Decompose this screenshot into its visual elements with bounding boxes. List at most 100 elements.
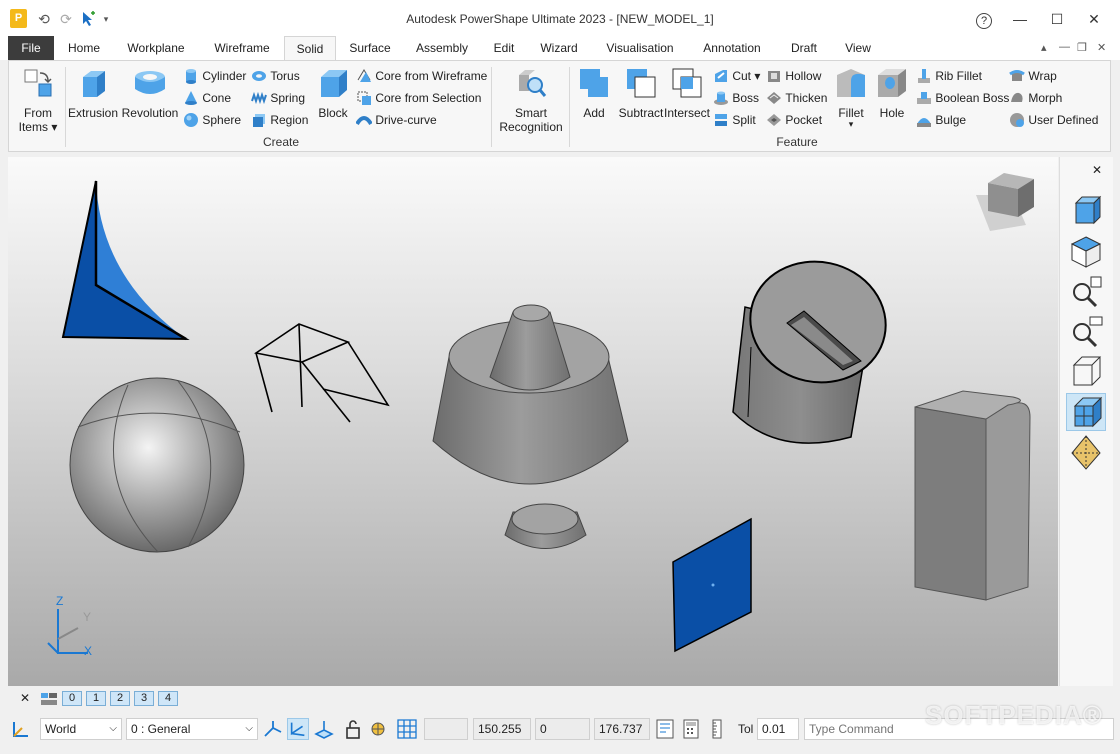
boss-button[interactable]: Boss (713, 90, 759, 106)
level-button-0[interactable]: 0 (62, 691, 82, 706)
wireframe-shape[interactable] (253, 323, 390, 423)
doc-minimize-icon[interactable]: — (1059, 41, 1070, 53)
principal-plane-yz-icon[interactable] (287, 718, 309, 740)
fillet-button[interactable]: Fillet ▾ (831, 67, 871, 129)
level-button-3[interactable]: 3 (134, 691, 154, 706)
grid-icon[interactable] (396, 718, 418, 740)
boolean-boss-button[interactable]: Boolean Boss (916, 90, 1009, 106)
scene-canvas[interactable]: Z Y X (8, 157, 1058, 686)
fillet-dropdown-icon[interactable]: ▾ (831, 120, 871, 129)
tolerance-field[interactable]: 0.01 (757, 718, 799, 740)
hollow-button[interactable]: Hollow (766, 68, 821, 84)
coordinate-y-field[interactable]: 0 (535, 718, 590, 740)
minimize-button[interactable]: — (1000, 6, 1040, 32)
spring-button[interactable]: Spring (251, 90, 305, 106)
cut-button[interactable]: Cut ▾ (713, 68, 760, 84)
calculator-icon[interactable] (680, 718, 702, 740)
user-defined-label: User Defined (1028, 113, 1099, 127)
level-strip-close-icon[interactable]: ✕ (20, 691, 30, 705)
tab-solid[interactable]: Solid (284, 36, 336, 61)
levels-icon[interactable] (40, 692, 58, 706)
tab-home[interactable]: Home (60, 36, 108, 60)
level-button-2[interactable]: 2 (110, 691, 130, 706)
tab-file[interactable]: File (8, 36, 54, 60)
thicken-button[interactable]: Thicken (766, 90, 827, 106)
tab-visualisation[interactable]: Visualisation (598, 36, 682, 60)
maximize-button[interactable]: ☐ (1037, 6, 1077, 32)
zoom-fit-button[interactable] (1066, 273, 1106, 311)
rib-fillet-icon (918, 69, 930, 83)
pocket-button[interactable]: Pocket (766, 112, 822, 128)
drive-curve-button[interactable]: Drive-curve (356, 112, 437, 128)
view-top-button[interactable] (1066, 193, 1106, 231)
tab-workplane[interactable]: Workplane (120, 36, 192, 60)
tab-surface[interactable]: Surface (342, 36, 398, 60)
position-dialog-icon[interactable] (654, 718, 676, 740)
torus-icon (252, 71, 266, 81)
coordinate-x-field[interactable]: 150.255 (473, 718, 531, 740)
ribbon-collapse-icon[interactable]: ▴ (1041, 41, 1047, 54)
smart-recognition-button[interactable]: Smart Recognition (497, 67, 565, 134)
cone-button[interactable]: Cone (183, 90, 231, 106)
tab-annotation[interactable]: Annotation (694, 36, 770, 60)
shaded-edges-button[interactable] (1066, 393, 1106, 431)
zoom-window-button[interactable] (1066, 313, 1106, 351)
view-cube[interactable] (976, 173, 1034, 231)
view-toolbar-close-icon[interactable]: ✕ (1092, 163, 1102, 177)
level-button-1[interactable]: 1 (86, 691, 106, 706)
intersect-button[interactable]: Intersect (663, 67, 711, 120)
wireframe-shading-button[interactable] (1066, 353, 1106, 391)
ruler-icon[interactable] (706, 718, 728, 740)
tab-draft[interactable]: Draft (784, 36, 824, 60)
doc-close-icon[interactable]: ✕ (1097, 41, 1106, 54)
sphere-solid[interactable] (69, 377, 245, 553)
smart-recognition-icon (519, 70, 547, 97)
subtract-button[interactable]: Subtract (615, 67, 667, 120)
perspective-view-button[interactable] (1066, 433, 1106, 471)
region-button[interactable]: Region (251, 112, 308, 128)
blue-plane-patch[interactable] (672, 517, 752, 653)
sphere-button[interactable]: Sphere (183, 112, 241, 128)
split-button[interactable]: Split (713, 112, 756, 128)
snap-icon[interactable] (368, 718, 390, 740)
close-button[interactable]: ✕ (1074, 6, 1114, 32)
graphics-viewport[interactable]: Z Y X (8, 157, 1058, 686)
help-button[interactable]: ? (964, 6, 1004, 32)
morph-button[interactable]: Morph (1009, 90, 1062, 106)
doc-restore-icon[interactable]: ❐ (1077, 41, 1087, 54)
view-iso-button[interactable] (1066, 233, 1106, 271)
extrusion-button[interactable]: Extrusion (67, 67, 119, 120)
tab-assembly[interactable]: Assembly (410, 36, 474, 60)
cylinder-button[interactable]: Cylinder (183, 68, 246, 84)
principal-plane-zx-icon[interactable] (313, 718, 335, 740)
rib-fillet-button[interactable]: Rib Fillet (916, 68, 982, 84)
coordinate-z-field[interactable]: 176.737 (594, 718, 650, 740)
cylinder-with-slot-solid[interactable] (732, 249, 897, 444)
core-from-selection-button[interactable]: Core from Selection (356, 90, 481, 106)
help-icon: ? (976, 13, 992, 29)
tab-wireframe[interactable]: Wireframe (206, 36, 278, 60)
revolved-cone-solid[interactable] (432, 304, 629, 549)
principal-plane-xy-icon[interactable] (262, 718, 284, 740)
hole-button[interactable]: Hole (873, 67, 911, 120)
blue-surface-patch[interactable] (61, 180, 190, 341)
block-button[interactable]: Block (313, 67, 353, 120)
add-button[interactable]: Add (575, 67, 613, 120)
from-items-button[interactable]: From Items ▾ (15, 67, 61, 134)
level-select[interactable]: 0 : General ⌵ (126, 718, 258, 740)
hole-label: Hole (879, 106, 905, 120)
revolution-button[interactable]: Revolution (121, 67, 179, 120)
rounded-block-solid[interactable] (914, 390, 1031, 601)
workplane-icon[interactable] (10, 718, 32, 740)
torus-button[interactable]: Torus (251, 68, 300, 84)
tab-edit[interactable]: Edit (486, 36, 522, 60)
core-from-wireframe-button[interactable]: Core from Wireframe (356, 68, 487, 84)
user-defined-button[interactable]: User Defined (1009, 112, 1098, 128)
tab-view[interactable]: View (836, 36, 880, 60)
workplane-select[interactable]: World ⌵ (40, 718, 122, 740)
wrap-button[interactable]: Wrap (1009, 68, 1057, 84)
lock-icon[interactable] (342, 718, 364, 740)
bulge-button[interactable]: Bulge (916, 112, 966, 128)
tab-wizard[interactable]: Wizard (534, 36, 584, 60)
level-button-4[interactable]: 4 (158, 691, 178, 706)
